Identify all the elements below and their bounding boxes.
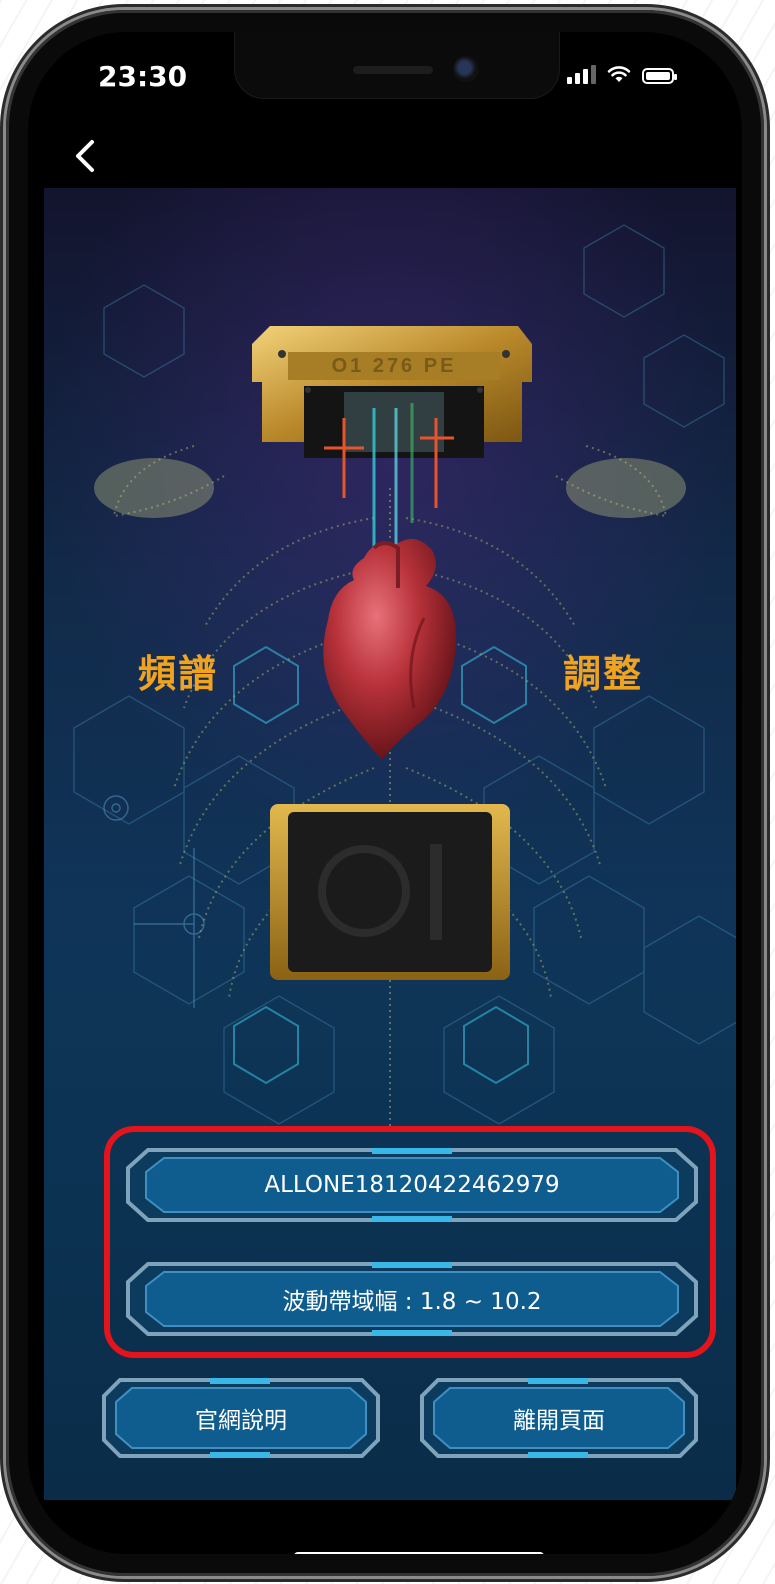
leave-page-button[interactable]: 離開頁面 (418, 1376, 700, 1460)
main-content: O1 276 PE 頻譜 調整 ALLONE18120422462979 波動帶… (44, 188, 736, 1500)
official-site-button[interactable]: 官網說明 (100, 1376, 382, 1460)
wifi-icon (607, 66, 631, 82)
notch (234, 32, 560, 99)
status-icons (567, 64, 677, 84)
adjust-label: 調整 (563, 652, 644, 696)
signal-bars-icon (567, 64, 596, 84)
spectrum-label: 頻譜 (138, 652, 219, 696)
front-camera (453, 56, 479, 82)
official-site-label: 官網說明 (195, 1408, 287, 1434)
device-plate-text: O1 276 PE (332, 355, 457, 377)
speaker-grille (353, 66, 433, 74)
phone-frame: 23:30 O1 276 PE 頻譜 調整 ALLONE181204224629… (6, 10, 764, 1576)
back-chevron-icon[interactable] (66, 136, 106, 176)
bandwidth-text: 波動帶域幅 : 1.8 ~ 10.2 (282, 1289, 542, 1315)
status-time: 23:30 (98, 60, 188, 93)
home-indicator[interactable] (294, 1552, 544, 1554)
leave-page-label: 離開頁面 (513, 1408, 605, 1434)
device-id-text: ALLONE18120422462979 (264, 1172, 560, 1198)
phone-screen: 23:30 O1 276 PE 頻譜 調整 ALLONE181204224629… (28, 32, 742, 1554)
battery-icon (642, 68, 677, 84)
highlight-box (104, 1126, 716, 1358)
